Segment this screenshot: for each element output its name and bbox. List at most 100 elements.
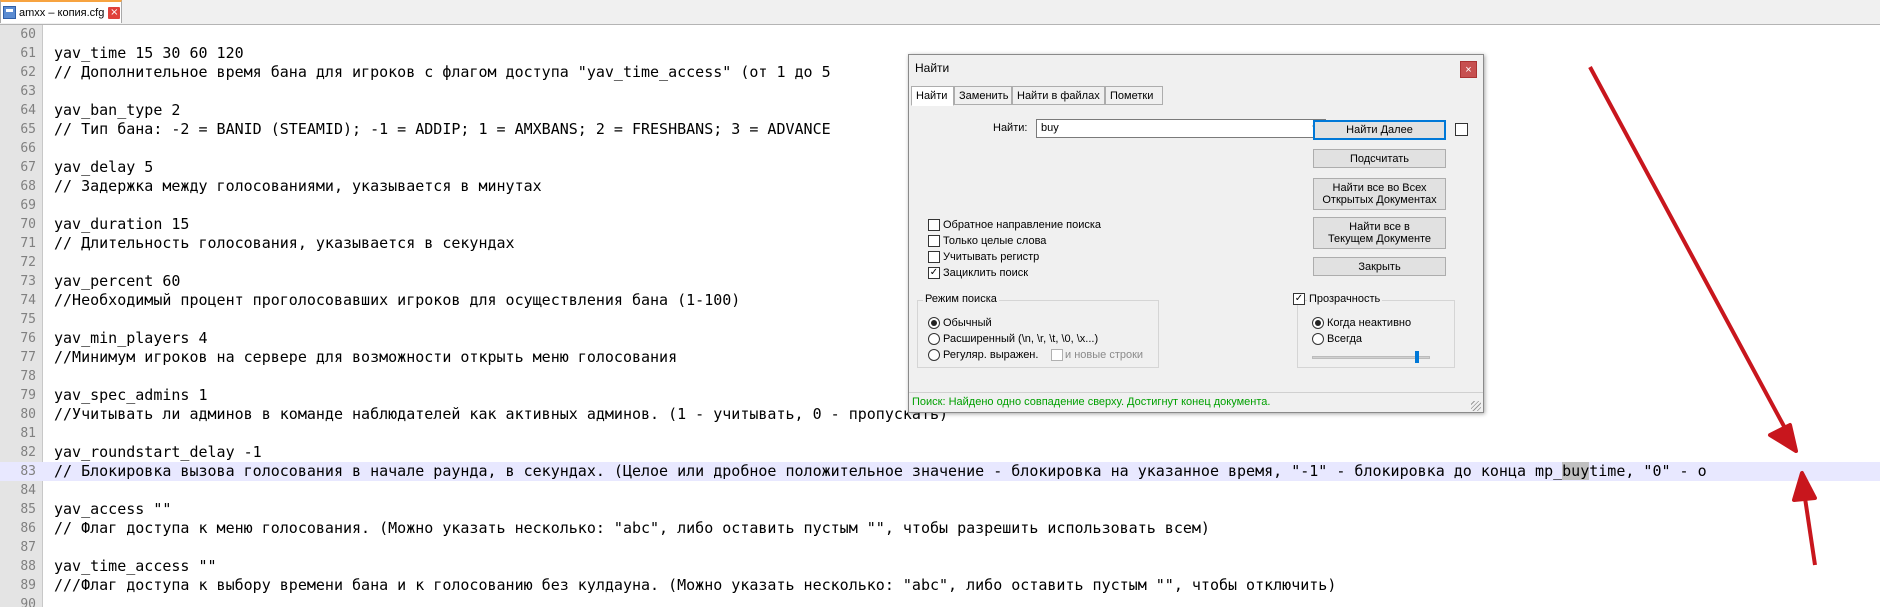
line-text-content: yav_spec_admins 1 [54, 386, 208, 404]
line-text-content: yav_min_players 4 [54, 329, 208, 347]
search-match-highlight: buy [1562, 462, 1590, 480]
close-button[interactable]: Закрыть [1313, 257, 1446, 276]
line-number: 85 [20, 502, 36, 517]
tab-file[interactable]: amxx – копия.cfg × [0, 0, 122, 23]
line-number: 80 [20, 407, 36, 422]
line-text-content: yav_delay 5 [54, 158, 154, 176]
resize-grip-icon[interactable] [1471, 401, 1481, 411]
newline-checkbox[interactable] [1051, 349, 1063, 361]
backward-checkbox[interactable] [928, 219, 940, 231]
editor-line[interactable]: 89 ///Флаг доступа к выбору времени бана … [0, 576, 1880, 595]
line-number: 69 [20, 198, 36, 213]
line-number: 72 [20, 255, 36, 270]
line-text: yav_access "" [54, 500, 171, 519]
line-text: //Учитывать ли админов в команде наблюда… [54, 405, 948, 424]
whole-word-checkbox[interactable] [928, 235, 940, 247]
line-number: 62 [20, 65, 36, 80]
match-case-label: Учитывать регистр [943, 251, 1040, 263]
tab-find[interactable]: Найти [911, 86, 954, 106]
editor-line[interactable]: 90 [0, 595, 1880, 607]
line-number: 82 [20, 445, 36, 460]
line-text: yav_spec_admins 1 [54, 386, 208, 405]
line-text: ///Флаг доступа к выбору времени бана и … [54, 576, 1336, 595]
dialog-close-icon[interactable]: × [1460, 61, 1477, 78]
line-number: 70 [20, 217, 36, 232]
count-button[interactable]: Подсчитать [1313, 149, 1446, 168]
line-text: //Необходимый процент проголосовавших иг… [54, 291, 740, 310]
mode-regex-radio[interactable] [928, 349, 940, 361]
line-text-content: ///Флаг доступа к выбору времени бана и … [54, 576, 1337, 594]
line-number: 88 [20, 559, 36, 574]
tab-bar: amxx – копия.cfg × [0, 0, 1880, 25]
line-number: 74 [20, 293, 36, 308]
line-text-after-match: time, "0" - о [1589, 462, 1707, 480]
line-text-content: yav_access "" [54, 500, 172, 518]
line-text: //Минимум игроков на сервере для возможн… [54, 348, 677, 367]
editor-line[interactable]: 86 // Флаг доступа к меню голосования. (М… [0, 519, 1880, 538]
line-number: 68 [20, 179, 36, 194]
line-text-content: // Длительность голосования, указывается… [54, 234, 515, 252]
transparency-slider[interactable] [1312, 356, 1430, 359]
editor-line[interactable]: 87 [0, 538, 1880, 557]
line-text: // Дополнительное время бана для игроков… [54, 63, 831, 82]
mode-normal-label: Обычный [943, 317, 992, 329]
line-number: 60 [20, 27, 36, 42]
line-number: 76 [20, 331, 36, 346]
tab-close-icon[interactable]: × [108, 6, 121, 19]
mode-extended-radio[interactable] [928, 333, 940, 345]
find-dialog: Найти × Найти Заменить Найти в файлах По… [908, 54, 1484, 413]
find-next-button[interactable]: Найти Далее [1313, 120, 1446, 140]
editor-line[interactable]: 84 [0, 481, 1880, 500]
editor-line[interactable]: 83 // Блокировка вызова голосования в нач… [0, 462, 1880, 481]
tab-title: amxx – копия.cfg [19, 6, 105, 19]
tab-replace[interactable]: Заменить [954, 86, 1012, 105]
find-all-open-line2: Открытых Документах [1322, 194, 1437, 206]
whole-word-label: Только целые слова [943, 235, 1047, 247]
newline-label: и новые строки [1065, 349, 1144, 361]
line-text-content: // Флаг доступа к меню голосования. (Мож… [54, 519, 1210, 537]
line-number: 67 [20, 160, 36, 175]
find-input-value: buy [1041, 122, 1059, 134]
extra-checkbox[interactable] [1455, 123, 1468, 136]
line-text-content: yav_ban_type 2 [54, 101, 181, 119]
find-all-current-doc-button[interactable]: Найти все в Текущем Документе [1313, 217, 1446, 249]
find-all-open-docs-button[interactable]: Найти все во Всех Открытых Документах [1313, 178, 1446, 210]
always-label: Всегда [1327, 333, 1363, 345]
line-text-content: //Учитывать ли админов в команде наблюда… [54, 405, 949, 423]
line-text-content: yav_time 15 30 60 120 [54, 44, 244, 62]
line-number: 77 [20, 350, 36, 365]
editor-line[interactable]: 88 yav_time_access "" [0, 557, 1880, 576]
tab-find-in-files[interactable]: Найти в файлах [1012, 86, 1105, 105]
on-lose-focus-radio[interactable] [1312, 317, 1324, 329]
line-number: 61 [20, 46, 36, 61]
find-all-current-line2: Текущем Документе [1327, 233, 1432, 245]
find-input[interactable]: buy [1036, 119, 1326, 138]
line-text-content: yav_duration 15 [54, 215, 190, 233]
transparency-title: Прозрачность [1307, 293, 1383, 305]
editor-line[interactable]: 85 yav_access "" [0, 500, 1880, 519]
find-label: Найти: [993, 122, 1028, 134]
mode-normal-radio[interactable] [928, 317, 940, 329]
editor-line[interactable]: 81 [0, 424, 1880, 443]
wrap-checkbox[interactable]: ✓ [928, 267, 940, 279]
tab-marks[interactable]: Пометки [1105, 86, 1163, 105]
match-case-checkbox[interactable] [928, 251, 940, 263]
line-text: yav_roundstart_delay -1 [54, 443, 262, 462]
on-lose-focus-label: Когда неактивно [1327, 317, 1412, 329]
backward-label: Обратное направление поиска [943, 219, 1102, 231]
editor-line[interactable]: 82 yav_roundstart_delay -1 [0, 443, 1880, 462]
status-message: Поиск: Найдено одно совпадение сверху. Д… [912, 396, 1271, 408]
search-mode-title: Режим поиска [923, 293, 999, 305]
editor-line[interactable]: 60 [0, 25, 1880, 44]
line-text: yav_time 15 30 60 120 [54, 44, 244, 63]
line-number: 75 [20, 312, 36, 327]
transparency-checkbox[interactable]: ✓ [1293, 293, 1305, 305]
transparency-slider-thumb[interactable] [1414, 351, 1419, 363]
line-number: 71 [20, 236, 36, 251]
line-number: 66 [20, 141, 36, 156]
line-text: yav_time_access "" [54, 557, 217, 576]
line-text-content: // Дополнительное время бана для игроков… [54, 63, 831, 81]
always-radio[interactable] [1312, 333, 1324, 345]
line-number: 63 [20, 84, 36, 99]
line-text-content: //Минимум игроков на сервере для возможн… [54, 348, 678, 366]
